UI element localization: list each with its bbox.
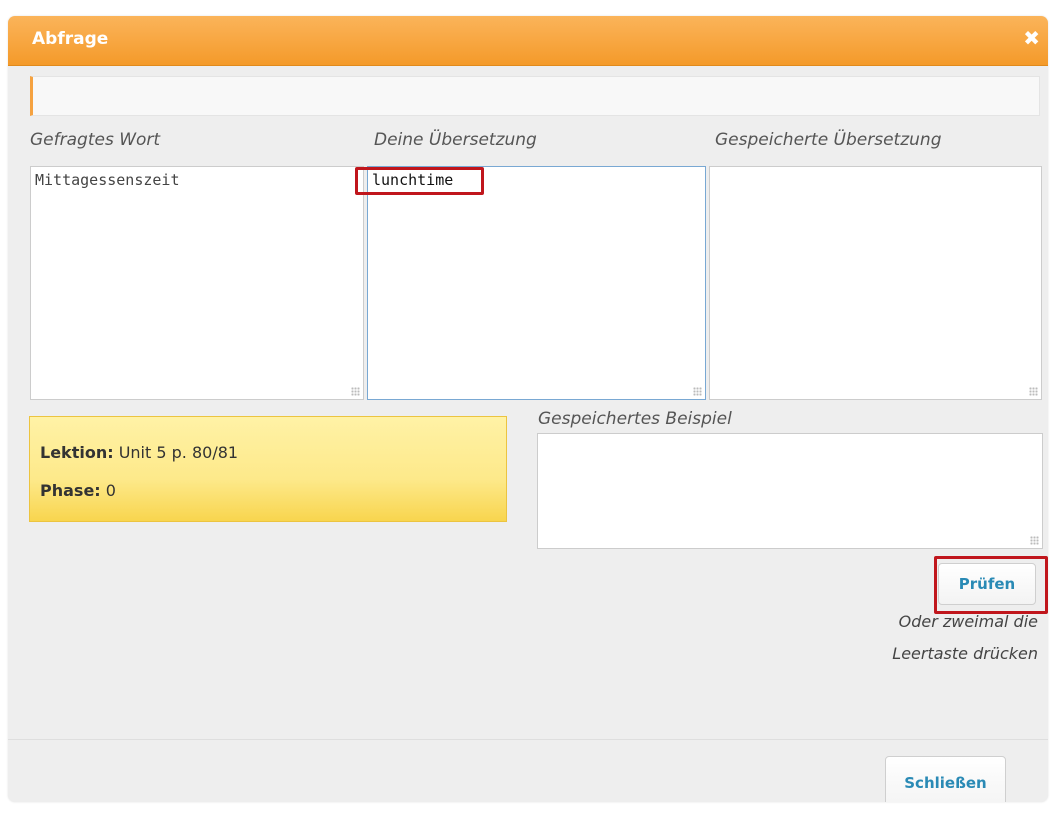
footer-divider bbox=[8, 739, 1048, 740]
resize-grip-icon[interactable] bbox=[1029, 387, 1038, 396]
saved-example-field[interactable] bbox=[537, 433, 1043, 549]
phase-label: Phase: bbox=[40, 481, 101, 500]
close-button[interactable]: Schließen bbox=[885, 756, 1006, 802]
lesson-info-box: Lektion: Unit 5 p. 80/81 Phase: 0 bbox=[29, 416, 507, 522]
quiz-dialog: Abfrage ✖ Gefragtes Wort Deine Übersetzu… bbox=[8, 16, 1048, 802]
close-icon[interactable]: ✖ bbox=[1023, 26, 1040, 50]
phase-line: Phase: 0 bbox=[40, 481, 116, 500]
lesson-line: Lektion: Unit 5 p. 80/81 bbox=[40, 443, 238, 462]
asked-word-value: Mittagessenszeit bbox=[35, 171, 180, 189]
resize-grip-icon[interactable] bbox=[351, 387, 360, 396]
your-translation-input[interactable]: lunchtime bbox=[367, 166, 706, 400]
phase-value: 0 bbox=[105, 481, 116, 500]
lesson-value: Unit 5 p. 80/81 bbox=[118, 443, 239, 462]
dialog-title: Abfrage bbox=[32, 29, 109, 49]
hint-line-2: Leertaste drücken bbox=[892, 644, 1038, 663]
message-bar bbox=[30, 76, 1040, 116]
resize-grip-icon[interactable] bbox=[693, 387, 702, 396]
asked-word-field[interactable]: Mittagessenszeit bbox=[30, 166, 364, 400]
example-label: Gespeichertes Beispiel bbox=[538, 409, 732, 429]
saved-translation-field[interactable] bbox=[709, 166, 1042, 400]
asked-word-label: Gefragtes Wort bbox=[30, 130, 161, 150]
check-button-highlight bbox=[934, 556, 1048, 614]
dialog-titlebar: Abfrage ✖ bbox=[8, 16, 1048, 66]
resize-grip-icon[interactable] bbox=[1030, 536, 1039, 545]
saved-translation-label: Gespeicherte Übersetzung bbox=[715, 130, 942, 150]
hint-line-1: Oder zweimal die bbox=[898, 612, 1038, 631]
lesson-label: Lektion: bbox=[40, 443, 114, 462]
answer-highlight bbox=[355, 167, 484, 195]
your-translation-label: Deine Übersetzung bbox=[374, 130, 537, 150]
